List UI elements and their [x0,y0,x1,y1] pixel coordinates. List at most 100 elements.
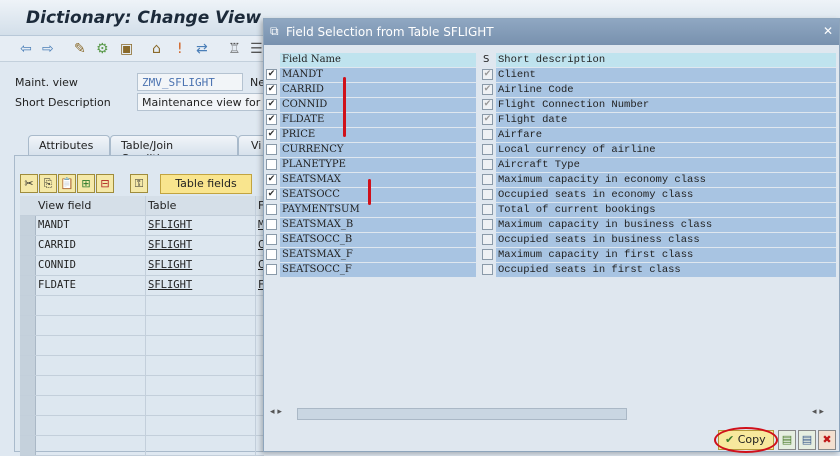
field-description: Airfare [496,128,836,142]
table-cell[interactable] [146,416,256,435]
table-cell[interactable] [146,316,256,335]
field-checkbox[interactable] [266,159,277,170]
select-all-icon[interactable]: ▤ [778,430,796,450]
field-checkbox[interactable] [266,249,277,260]
table-row: CARRID SFLIGHT C [20,236,264,256]
delete-row-icon[interactable]: ⊟ [96,174,114,193]
maint-view-field[interactable]: ZMV_SFLIGHT [137,73,243,91]
view-field-cell[interactable]: FLDATE [36,276,146,295]
close-icon[interactable]: ✕ [821,24,835,38]
view-field-cell[interactable] [36,376,146,395]
view-field-cell[interactable] [36,436,146,455]
display-change-icon[interactable]: ✎ [74,41,86,57]
cancel-icon[interactable]: ✖ [818,430,836,450]
table-row [20,416,264,436]
row-selector[interactable] [20,276,36,295]
column-header-view-field[interactable]: View field [36,196,146,215]
key-icon[interactable]: ⚿ [130,174,148,193]
view-field-cell[interactable] [36,356,146,375]
cut-icon[interactable]: ✂ [20,174,38,193]
check-icon[interactable]: ⚙ [96,41,109,57]
table-cell[interactable]: SFLIGHT [146,256,256,275]
field-name: SEATSMAX_F [280,248,476,262]
field-checkbox[interactable] [266,219,277,230]
paste-icon[interactable]: 📋 [58,174,76,193]
field-checkbox[interactable] [266,264,277,275]
row-selector[interactable] [20,296,36,315]
table-cell[interactable] [146,356,256,375]
dialog-icon: ⧉ [270,24,279,38]
scroll-left-icon[interactable]: ◂ ▸ [270,407,282,417]
view-field-cell[interactable] [36,316,146,335]
maint-view-label: Maint. view [15,76,78,89]
column-header-table[interactable]: Table [146,196,256,215]
row-selector[interactable] [20,396,36,415]
short-description-field[interactable]: Maintenance view for sf [137,93,267,111]
object-list-icon[interactable]: ! [177,41,183,57]
table-row: MANDT SFLIGHT M [20,216,264,236]
table-cell[interactable] [146,296,256,315]
row-selector[interactable] [20,236,36,255]
copy-icon[interactable]: ⎘ [39,174,57,193]
tab-attributes[interactable]: Attributes [28,135,110,155]
table-link[interactable]: SFLIGHT [148,259,192,271]
table-cell[interactable] [146,336,256,355]
hierarchy-icon[interactable]: ♖ [228,41,241,57]
scroll-right-icon[interactable]: ◂ ▸ [812,407,824,417]
where-used-icon[interactable]: ⌂ [152,41,161,57]
table-cell[interactable] [146,396,256,415]
row-selector[interactable] [20,256,36,275]
back-icon[interactable]: ⇦ [20,41,32,57]
view-field-cell[interactable] [36,296,146,315]
field-checkbox[interactable]: ✔ [266,129,277,140]
field-checkbox[interactable]: ✔ [266,189,277,200]
table-fields-button[interactable]: Table fields [160,174,252,194]
key-checkbox: ✔ [482,69,493,80]
view-field-cell[interactable] [36,396,146,415]
horizontal-scrollbar[interactable]: ◂ ▸ ◂ ▸ [264,407,840,421]
tab-table-join-conditions[interactable]: Table/Join Conditions [110,135,238,165]
row-selector[interactable] [20,376,36,395]
row-selector[interactable] [20,436,36,455]
row-selector[interactable] [20,216,36,235]
row-selector[interactable] [20,416,36,435]
field-description: Client [496,68,836,82]
view-field-cell[interactable]: MANDT [36,216,146,235]
scrollbar-thumb[interactable] [297,408,627,420]
activate-icon[interactable]: ▣ [120,41,133,57]
table-cell[interactable]: SFLIGHT [146,216,256,235]
field-checkbox[interactable] [266,204,277,215]
field-checkbox[interactable]: ✔ [266,99,277,110]
field-description: Maximum capacity in first class [496,248,836,262]
table-link[interactable]: SFLIGHT [148,219,192,231]
row-selector[interactable] [20,336,36,355]
view-field-cell[interactable]: CONNID [36,256,146,275]
view-field-cell[interactable]: CARRID [36,236,146,255]
table-cell[interactable] [146,436,256,455]
forward-icon[interactable]: ⇨ [42,41,54,57]
table-cell[interactable] [146,376,256,395]
field-checkbox[interactable]: ✔ [266,69,277,80]
navigate-icon[interactable]: ⇄ [196,41,208,57]
table-link[interactable]: SFLIGHT [148,239,192,251]
deselect-all-icon[interactable]: ▤ [798,430,816,450]
field-row: ✔ MANDT ✔ Client [264,68,840,83]
dialog-title: Field Selection from Table SFLIGHT [286,25,494,39]
view-field-cell[interactable] [36,416,146,435]
field-description: Total of current bookings [496,203,836,217]
row-selector[interactable] [20,356,36,375]
field-checkbox[interactable]: ✔ [266,114,277,125]
field-checkbox[interactable] [266,144,277,155]
table-cell[interactable]: SFLIGHT [146,236,256,255]
annotation-mark [368,179,371,205]
insert-row-icon[interactable]: ⊞ [77,174,95,193]
row-selector[interactable] [20,316,36,335]
table-cell[interactable]: SFLIGHT [146,276,256,295]
view-field-cell[interactable] [36,336,146,355]
field-checkbox[interactable]: ✔ [266,174,277,185]
annotation-mark [343,77,346,137]
table-link[interactable]: SFLIGHT [148,279,192,291]
field-checkbox[interactable] [266,234,277,245]
more-icon[interactable]: ☰ [250,41,263,57]
field-checkbox[interactable]: ✔ [266,84,277,95]
